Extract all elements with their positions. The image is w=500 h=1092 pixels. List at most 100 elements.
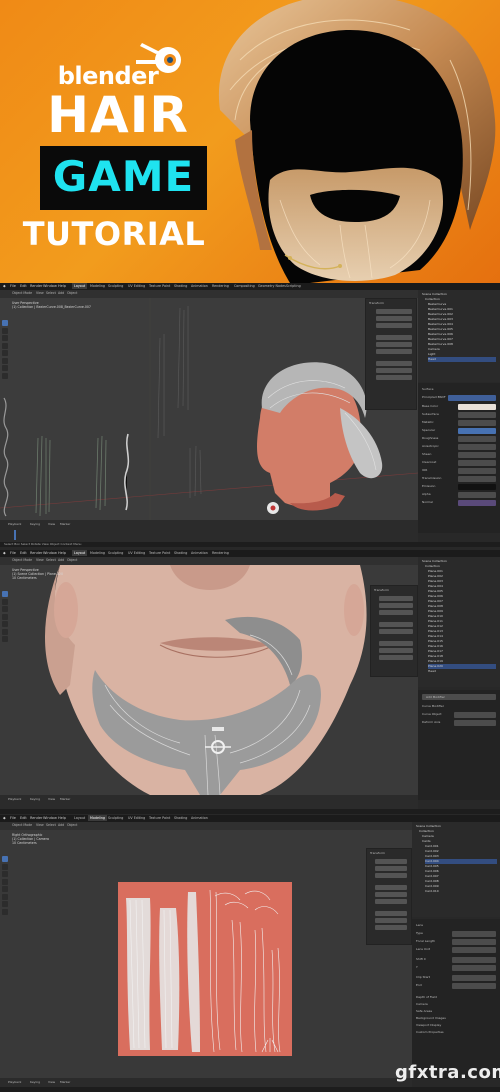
- prop-field[interactable]: [458, 476, 496, 482]
- scale-x-field[interactable]: [376, 361, 412, 366]
- deform-axis-field[interactable]: [454, 720, 496, 726]
- menu-render[interactable]: Render: [30, 284, 42, 288]
- object-mode-dropdown[interactable]: Object Mode: [12, 558, 32, 562]
- rotation-y-field[interactable]: [375, 892, 407, 897]
- rotation-x-field[interactable]: [375, 885, 407, 890]
- object-mode-dropdown[interactable]: Object Mode: [12, 823, 32, 827]
- lens-unit-field[interactable]: [452, 947, 496, 953]
- playhead[interactable]: [14, 530, 16, 540]
- location-x-field[interactable]: [379, 596, 413, 601]
- menu-window[interactable]: Window: [43, 551, 57, 555]
- rotate-tool-icon[interactable]: [2, 613, 8, 620]
- object-menu[interactable]: Object: [67, 558, 77, 562]
- select-tool-icon[interactable]: [2, 591, 8, 597]
- tab-shading[interactable]: Shading: [172, 815, 189, 821]
- timeline-keying-menu[interactable]: Keying: [30, 522, 40, 526]
- add-menu[interactable]: Add: [58, 291, 64, 295]
- menu-render[interactable]: Render: [30, 551, 42, 555]
- timeline-view-menu[interactable]: View: [48, 522, 55, 526]
- tab-uv-editing[interactable]: UV Editing: [126, 815, 147, 821]
- move-tool-icon[interactable]: [2, 606, 8, 612]
- rotation-y-field[interactable]: [379, 629, 413, 634]
- location-z-field[interactable]: [375, 873, 407, 878]
- scale-tool-icon[interactable]: [2, 621, 8, 627]
- location-y-field[interactable]: [379, 603, 413, 608]
- tab-animation[interactable]: Animation: [189, 815, 210, 821]
- tab-rendering[interactable]: Rendering: [210, 283, 231, 289]
- outliner-row[interactable]: Head: [428, 669, 436, 674]
- scale-z-field[interactable]: [376, 375, 412, 380]
- location-x-field[interactable]: [376, 309, 412, 314]
- blender-menu-icon[interactable]: ◆: [3, 816, 6, 820]
- view-menu[interactable]: View: [36, 558, 44, 562]
- prop-field[interactable]: [458, 436, 496, 442]
- tab-sculpting[interactable]: Sculpting: [106, 550, 125, 556]
- tab-shading[interactable]: Shading: [172, 283, 189, 289]
- location-y-field[interactable]: [375, 866, 407, 871]
- prop-field[interactable]: [458, 468, 496, 474]
- outliner-row-selected[interactable]: Head: [428, 357, 496, 362]
- tab-uv-editing[interactable]: UV Editing: [126, 550, 147, 556]
- object-mode-dropdown[interactable]: Object Mode: [12, 291, 32, 295]
- rotation-z-field[interactable]: [375, 899, 407, 904]
- select-menu[interactable]: Select: [46, 291, 56, 295]
- camera-type-field[interactable]: [452, 931, 496, 937]
- tab-sculpting[interactable]: Sculpting: [106, 815, 125, 821]
- menu-help[interactable]: Help: [58, 816, 66, 820]
- shift-y-field[interactable]: [452, 965, 496, 971]
- timeline[interactable]: Playback Keying View Marker: [0, 795, 418, 809]
- location-z-field[interactable]: [379, 610, 413, 615]
- object-menu[interactable]: Object: [67, 291, 77, 295]
- timeline-marker-menu[interactable]: Marker: [60, 522, 70, 526]
- shift-x-field[interactable]: [452, 957, 496, 963]
- menu-window[interactable]: Window: [43, 816, 57, 820]
- prop-field[interactable]: [458, 452, 496, 458]
- menu-render[interactable]: Render: [30, 816, 42, 820]
- tab-uv-editing[interactable]: UV Editing: [126, 283, 147, 289]
- rotation-y-field[interactable]: [376, 342, 412, 347]
- panel-header[interactable]: Background Images: [416, 1016, 446, 1020]
- timeline-playback-menu[interactable]: Playback: [8, 797, 21, 801]
- timeline-marker-menu[interactable]: Marker: [60, 797, 70, 801]
- menu-help[interactable]: Help: [58, 284, 66, 288]
- tab-shading[interactable]: Shading: [172, 550, 189, 556]
- prop-field[interactable]: [458, 428, 496, 434]
- tab-modeling[interactable]: Modeling: [88, 283, 107, 289]
- panel-header[interactable]: Depth of Field: [416, 995, 437, 999]
- blender-menu-icon[interactable]: ◆: [3, 284, 6, 288]
- select-menu[interactable]: Select: [46, 823, 56, 827]
- clip-end-field[interactable]: [452, 983, 496, 989]
- location-y-field[interactable]: [376, 316, 412, 321]
- 3d-viewport[interactable]: User Perspective (1) Scene Collection | …: [0, 565, 418, 795]
- outliner-row-selected[interactable]: Plane.020: [428, 664, 496, 669]
- add-menu[interactable]: Add: [58, 823, 64, 827]
- prop-field[interactable]: [458, 460, 496, 466]
- prop-field[interactable]: [448, 395, 496, 401]
- menu-edit[interactable]: Edit: [20, 284, 27, 288]
- tab-modeling[interactable]: Modeling: [88, 550, 107, 556]
- menu-window[interactable]: Window: [43, 284, 57, 288]
- panel-header[interactable]: Camera: [416, 1002, 428, 1006]
- timeline-marker-menu[interactable]: Marker: [60, 1080, 70, 1084]
- tab-layout[interactable]: Layout: [72, 283, 88, 289]
- scale-y-field[interactable]: [376, 368, 412, 373]
- clip-start-field[interactable]: [452, 975, 496, 981]
- scale-z-field[interactable]: [379, 655, 413, 660]
- menu-file[interactable]: File: [10, 816, 16, 820]
- timeline-view-menu[interactable]: View: [48, 1080, 55, 1084]
- menu-edit[interactable]: Edit: [20, 816, 27, 820]
- prop-field[interactable]: [458, 412, 496, 418]
- panel-header[interactable]: Custom Properties: [416, 1030, 444, 1034]
- 3d-viewport[interactable]: Right Orthographic (1) Collection | Came…: [0, 830, 412, 1078]
- tab-animation[interactable]: Animation: [189, 283, 210, 289]
- tab-rendering[interactable]: Rendering: [210, 550, 231, 556]
- tab-scripting[interactable]: Scripting: [284, 283, 303, 289]
- menu-file[interactable]: File: [10, 551, 16, 555]
- tab-layout[interactable]: Layout: [72, 550, 88, 556]
- focal-length-field[interactable]: [452, 939, 496, 945]
- rotation-x-field[interactable]: [379, 622, 413, 627]
- prop-field[interactable]: [458, 492, 496, 498]
- menu-file[interactable]: File: [10, 284, 16, 288]
- tab-layout[interactable]: Layout: [72, 815, 87, 821]
- transform-tool-icon[interactable]: [2, 628, 8, 635]
